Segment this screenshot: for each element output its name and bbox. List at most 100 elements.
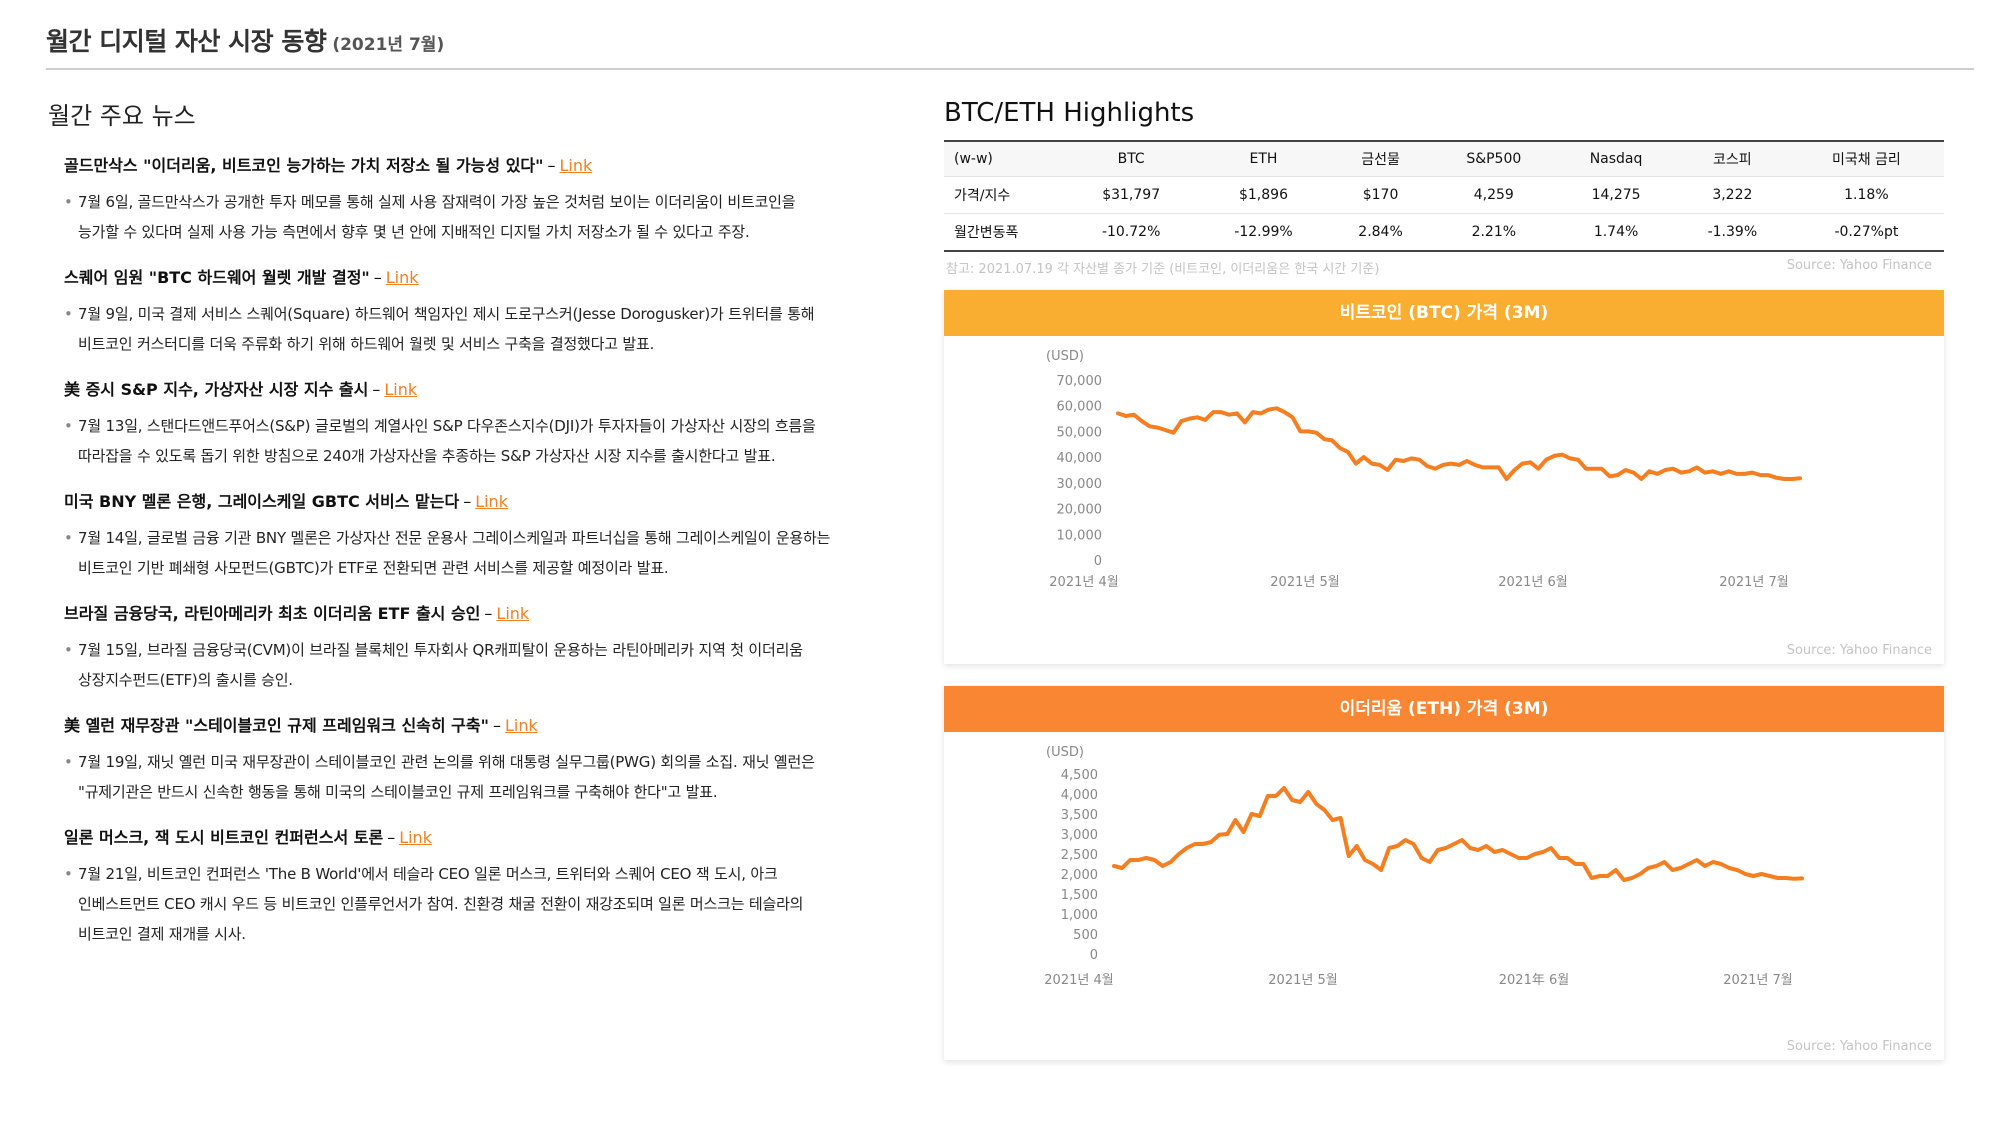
news-item: 美 옐런 재무장관 "스테이블코인 규제 프레임워크 신속히 구축" – Link •… <box>48 715 928 807</box>
headline-separator: – <box>387 828 396 847</box>
table-header-cell: (w-w) <box>944 140 1065 177</box>
news-headline: 美 옐런 재무장관 "스테이블코인 규제 프레임워크 신속히 구축" <box>64 716 489 735</box>
news-headline-row: 골드만삭스 "이더리움, 비트코인 능가하는 가치 저장소 될 가능성 있다" –… <box>64 155 928 177</box>
news-link[interactable]: Link <box>475 492 508 511</box>
y-tick-label: 40,000 <box>1057 451 1103 466</box>
news-link[interactable]: Link <box>399 828 432 847</box>
table-header-cell: ETH <box>1197 140 1330 177</box>
y-tick-label: 70,000 <box>1057 374 1103 389</box>
eth-chart-title: 이더리움 (ETH) 가격 (3M) <box>944 686 1944 732</box>
y-tick-label: 0 <box>1094 554 1102 569</box>
table-header-cell: 미국채 금리 <box>1788 140 1944 177</box>
highlights-section: BTC/ETH Highlights (w-w) BTC ETH 금선물 S&P500 N… <box>944 96 1944 278</box>
y-tick-label: 3,500 <box>1061 808 1098 823</box>
news-body: • 7월 14일, 글로벌 금융 기관 BNY 멜론은 가상자산 전문 운용사 그… <box>64 523 928 583</box>
table-cell: 1.18% <box>1788 176 1944 214</box>
news-headline: 브라질 금융당국, 라틴아메리카 최초 이더리움 ETF 출시 승인 <box>64 604 481 623</box>
news-body: • 7월 9일, 미국 결제 서비스 스퀘어(Square) 하드웨어 책임자인 … <box>64 299 928 359</box>
news-section: 월간 주요 뉴스 골드만삭스 "이더리움, 비트코인 능가하는 가치 저장소 될… <box>48 96 928 969</box>
news-link[interactable]: Link <box>384 380 417 399</box>
table-header-cell: 금선물 <box>1329 140 1432 177</box>
news-headline: 美 증시 S&P 지수, 가상자산 시장 지수 출시 <box>64 380 369 399</box>
table-header-cell: 코스피 <box>1675 140 1789 177</box>
x-tick-label: 2021년 7월 <box>1723 973 1792 988</box>
table-cell: $31,797 <box>1065 176 1198 214</box>
x-tick-label: 2021년 7월 <box>1719 575 1788 590</box>
news-body-line: 7월 9일, 미국 결제 서비스 스퀘어(Square) 하드웨어 책임자인 제… <box>78 305 815 323</box>
table-header-cell: Nasdaq <box>1556 140 1676 177</box>
news-body-line: 7월 21일, 비트코인 컨퍼런스 'The B World'에서 테슬라 CE… <box>78 865 778 883</box>
table-header-cell: BTC <box>1065 140 1198 177</box>
table-footnote: 참고: 2021.07.19 각 자산별 종가 기준 (비트코인, 이더리움은 … <box>944 252 1944 278</box>
headline-separator: – <box>372 380 381 399</box>
news-headline: 미국 BNY 멜론 은행, 그레이스케일 GBTC 서비스 맡는다 <box>64 492 460 511</box>
bullet-icon: • <box>64 641 73 659</box>
y-tick-label: 3,000 <box>1061 828 1098 843</box>
table-cell: $1,896 <box>1197 176 1330 214</box>
headline-separator: – <box>463 492 472 511</box>
eth-chart-source: Source: Yahoo Finance <box>1786 1039 1932 1054</box>
x-tick-label: 2021년 6월 <box>1498 575 1567 590</box>
y-tick-label: 2,500 <box>1061 848 1098 863</box>
news-item: 美 증시 S&P 지수, 가상자산 시장 지수 출시 – Link • 7월 13일, … <box>48 379 928 471</box>
news-headline-row: 스퀘어 임원 "BTC 하드웨어 월렛 개발 결정" – Link <box>64 267 928 289</box>
news-body-line: 능가할 수 있다며 실제 사용 가능 측면에서 향후 몇 년 안에 지배적인 디… <box>78 223 750 241</box>
table-cell: 14,275 <box>1556 176 1676 214</box>
news-headline-row: 美 옐런 재무장관 "스테이블코인 규제 프레임워크 신속히 구축" – Link <box>64 715 928 737</box>
news-headline-row: 브라질 금융당국, 라틴아메리카 최초 이더리움 ETF 출시 승인 – Link <box>64 603 928 625</box>
y-tick-label: 4,500 <box>1061 768 1098 783</box>
table-row: 가격/지수 $31,797 $1,896 $170 4,259 14,275 3,222 1.… <box>944 176 1944 214</box>
news-headline: 스퀘어 임원 "BTC 하드웨어 월렛 개발 결정" <box>64 268 370 287</box>
y-axis-unit: (USD) <box>1046 745 1084 760</box>
bullet-icon: • <box>64 753 73 771</box>
table-cell: 1.74% <box>1556 213 1676 252</box>
table-header-cell: S&P500 <box>1431 140 1557 177</box>
x-tick-label: 2021年 6월 <box>1499 973 1569 988</box>
news-headline-row: 미국 BNY 멜론 은행, 그레이스케일 GBTC 서비스 맡는다 – Link <box>64 491 928 513</box>
news-item: 스퀘어 임원 "BTC 하드웨어 월렛 개발 결정" – Link • 7월 9일, 미… <box>48 267 928 359</box>
y-tick-label: 20,000 <box>1057 503 1103 518</box>
table-row: 월간변동폭 -10.72% -12.99% 2.84% 2.21% 1.74% -1.39%… <box>944 213 1944 252</box>
x-tick-label: 2021년 4월 <box>1049 575 1118 590</box>
news-headline: 일론 머스크, 잭 도시 비트코인 컨퍼런스서 토론 <box>64 828 384 847</box>
y-tick-label: 50,000 <box>1057 425 1103 440</box>
news-body-line: 비트코인 기반 폐쇄형 사모펀드(GBTC)가 ETF로 전환되면 관련 서비스… <box>78 559 669 577</box>
page-header: 월간 디지털 자산 시장 동향 (2021년 7월) <box>46 22 1974 70</box>
row-label-cell: 월간변동폭 <box>944 213 1065 252</box>
y-tick-label: 10,000 <box>1057 528 1103 543</box>
news-body-line: 7월 13일, 스탠다드앤드푸어스(S&P) 글로벌의 계열사인 S&P 다우존… <box>78 417 816 435</box>
table-cell: 4,259 <box>1431 176 1557 214</box>
y-axis-unit: (USD) <box>1046 349 1084 364</box>
price-series-line <box>1112 786 1804 882</box>
bullet-icon: • <box>64 193 73 211</box>
bullet-icon: • <box>64 865 73 883</box>
news-link[interactable]: Link <box>559 156 592 175</box>
table-cell: $170 <box>1329 176 1432 214</box>
table-cell: -0.27%pt <box>1788 213 1944 252</box>
btc-chart-title: 비트코인 (BTC) 가격 (3M) <box>944 290 1944 336</box>
x-tick-label: 2021년 4월 <box>1044 973 1113 988</box>
page-title: 월간 디지털 자산 시장 동향 <box>46 27 327 56</box>
y-tick-label: 1,500 <box>1061 888 1098 903</box>
news-body: • 7월 13일, 스탠다드앤드푸어스(S&P) 글로벌의 계열사인 S&P 다우… <box>64 411 928 471</box>
highlights-title: BTC/ETH Highlights <box>944 98 1195 128</box>
y-tick-label: 4,000 <box>1061 788 1098 803</box>
news-link[interactable]: Link <box>505 716 538 735</box>
table-cell: 3,222 <box>1675 176 1789 214</box>
table-note: 참고: 2021.07.19 각 자산별 종가 기준 (비트코인, 이더리움은 … <box>946 262 1380 277</box>
table-cell: -12.99% <box>1197 213 1330 252</box>
news-list: 골드만삭스 "이더리움, 비트코인 능가하는 가치 저장소 될 가능성 있다" –… <box>48 155 928 949</box>
table-header-row: (w-w) BTC ETH 금선물 S&P500 Nasdaq 코스피 미국채 금리 <box>944 140 1944 177</box>
page-subtitle: (2021년 7월) <box>332 35 445 55</box>
news-link[interactable]: Link <box>496 604 529 623</box>
news-body-line: 7월 14일, 글로벌 금융 기관 BNY 멜론은 가상자산 전문 운용사 그레… <box>78 529 831 547</box>
news-body-line: 7월 15일, 브라질 금융당국(CVM)이 브라질 블록체인 투자회사 QR캐… <box>78 641 803 659</box>
headline-separator: – <box>373 268 382 287</box>
price-series-line <box>1116 406 1802 481</box>
news-link[interactable]: Link <box>386 268 419 287</box>
headline-separator: – <box>484 604 493 623</box>
headline-separator: – <box>492 716 501 735</box>
y-tick-label: 30,000 <box>1057 477 1103 492</box>
news-body: • 7월 6일, 골드만삭스가 공개한 투자 메모를 통해 실제 사용 잠재력이 … <box>64 187 928 247</box>
news-body-line: 인베스트먼트 CEO 캐시 우드 등 비트코인 인플루언서가 참여. 친환경 채… <box>78 895 804 913</box>
